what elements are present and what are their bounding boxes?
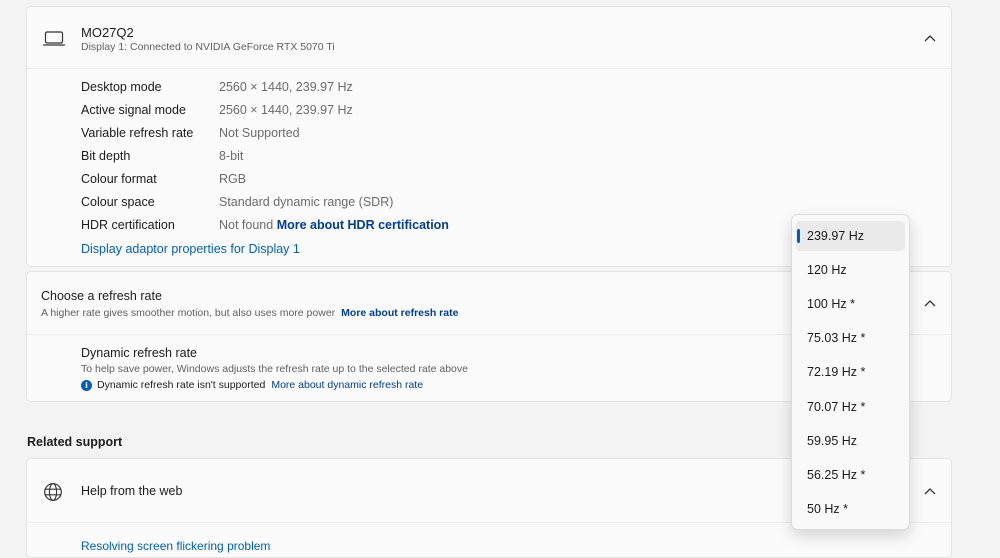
chevron-up-icon[interactable] xyxy=(924,34,936,42)
info-value: 2560 × 1440, 239.97 Hz xyxy=(219,103,353,117)
refresh-option[interactable]: 75.03 Hz * xyxy=(796,323,905,353)
help-from-web-title: Help from the web xyxy=(81,484,183,498)
refresh-rate-dropdown[interactable]: 239.97 Hz 120 Hz 100 Hz * 75.03 Hz * 72.… xyxy=(791,214,910,530)
hdr-certification-link[interactable]: More about HDR certification xyxy=(277,218,449,232)
chevron-up-icon[interactable] xyxy=(924,487,936,495)
refresh-option[interactable]: 70.07 Hz * xyxy=(796,392,905,422)
chevron-up-icon[interactable] xyxy=(924,299,936,307)
info-value: Standard dynamic range (SDR) xyxy=(219,195,394,209)
info-label: Active signal mode xyxy=(81,103,186,117)
info-icon: i xyxy=(81,379,92,391)
info-label: HDR certification xyxy=(81,218,175,232)
info-value: Not Supported xyxy=(219,126,300,140)
refresh-option[interactable]: 120 Hz xyxy=(796,255,905,285)
related-support-heading: Related support xyxy=(27,435,123,449)
info-value: 8-bit xyxy=(219,149,244,163)
dynamic-refresh-note: i Dynamic refresh rate isn't supported M… xyxy=(81,379,423,391)
refresh-rate-title: Choose a refresh rate xyxy=(41,289,162,303)
display-subtitle: Display 1: Connected to NVIDIA GeForce R… xyxy=(81,41,335,53)
refresh-option[interactable]: 56.25 Hz * xyxy=(796,460,905,490)
refresh-option[interactable]: 100 Hz * xyxy=(796,289,905,319)
info-label: Variable refresh rate xyxy=(81,126,194,140)
info-label: Colour format xyxy=(81,172,157,186)
info-value: RGB xyxy=(219,172,247,186)
refresh-option[interactable]: 50 Hz * xyxy=(796,494,905,524)
hdr-value: Not found xyxy=(219,218,274,232)
display-adaptor-properties-link[interactable]: Display adaptor properties for Display 1 xyxy=(81,242,300,256)
dynamic-refresh-note-text: Dynamic refresh rate isn't supported xyxy=(97,379,266,391)
dynamic-refresh-subtitle: To help save power, Windows adjusts the … xyxy=(81,363,468,375)
monitor-icon xyxy=(43,31,65,46)
display-title: MO27Q2 xyxy=(81,25,134,40)
refresh-rate-link[interactable]: More about refresh rate xyxy=(341,307,458,319)
help-link[interactable]: Resolving screen flickering problem xyxy=(81,539,270,553)
info-value: Not found More about HDR certification xyxy=(219,217,449,233)
refresh-option-selected[interactable]: 239.97 Hz xyxy=(796,221,905,251)
refresh-rate-description: A higher rate gives smoother motion, but… xyxy=(41,307,336,319)
globe-icon xyxy=(44,483,62,501)
info-label: Bit depth xyxy=(81,149,131,163)
info-value: 2560 × 1440, 239.97 Hz xyxy=(219,80,353,94)
info-label: Desktop mode xyxy=(81,80,162,94)
info-label: Colour space xyxy=(81,195,155,209)
dynamic-refresh-title: Dynamic refresh rate xyxy=(81,346,198,360)
refresh-rate-subtitle: A higher rate gives smoother motion, but… xyxy=(41,307,458,319)
refresh-option[interactable]: 72.19 Hz * xyxy=(796,357,905,387)
dynamic-refresh-link[interactable]: More about dynamic refresh rate xyxy=(271,379,423,391)
refresh-option[interactable]: 59.95 Hz xyxy=(796,426,905,456)
